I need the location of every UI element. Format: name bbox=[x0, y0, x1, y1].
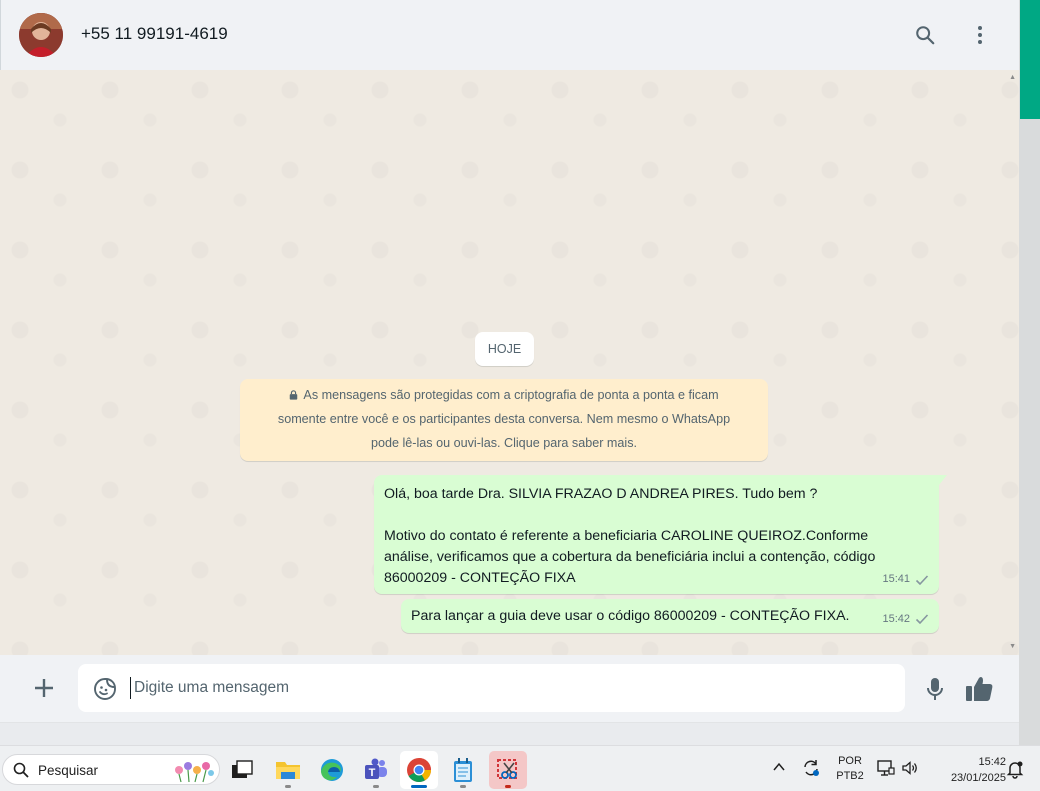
input-language[interactable]: POR PTB2 bbox=[834, 754, 866, 784]
thumbs-up-button[interactable] bbox=[964, 675, 994, 703]
app-indicator bbox=[411, 785, 427, 788]
single-check-icon bbox=[915, 614, 929, 624]
snipping-tool-button[interactable] bbox=[489, 751, 527, 789]
encryption-notice-line2: somente entre você e os participantes de… bbox=[277, 412, 731, 426]
app-indicator bbox=[373, 785, 379, 788]
message-list[interactable]: ▲ HOJE As mensagens são protegidas com a… bbox=[0, 70, 1019, 655]
plus-icon bbox=[35, 679, 53, 697]
bubble-tail bbox=[939, 475, 947, 485]
message-line: análise, verificamos que a cobertura da … bbox=[384, 549, 876, 565]
contact-name[interactable]: +55 11 99191-4619 bbox=[81, 24, 228, 44]
message-line: 86000209 - CONTEÇÃO FIXA bbox=[384, 570, 576, 586]
folder-icon bbox=[276, 762, 300, 779]
thumbs-up-icon bbox=[966, 677, 993, 701]
single-check-icon bbox=[915, 574, 929, 585]
language-code: POR bbox=[838, 755, 862, 767]
chat-window: +55 11 99191-4619 ▲ HOJE As mensagens sã… bbox=[0, 0, 1019, 722]
scroll-down-icon[interactable]: ▼ bbox=[1009, 643, 1016, 650]
teams-button[interactable]: T bbox=[357, 751, 395, 789]
file-explorer-button[interactable] bbox=[269, 751, 307, 789]
teams-icon: T bbox=[365, 758, 387, 779]
outgoing-message[interactable]: Para lançar a guia deve usar o código 86… bbox=[401, 599, 939, 633]
sync-icon[interactable] bbox=[801, 758, 821, 778]
flowers-icon bbox=[175, 762, 214, 783]
taskbar-search[interactable]: Pesquisar bbox=[2, 754, 220, 785]
notepad-icon bbox=[454, 758, 472, 782]
windows-taskbar: Pesquisar T POR PTB2 15:42 23/01/2025 bbox=[0, 745, 1040, 791]
contact-avatar[interactable] bbox=[19, 13, 63, 57]
svg-text:T: T bbox=[369, 767, 376, 779]
message-line: Motivo do contato é referente a benefici… bbox=[384, 528, 869, 544]
attach-plus-button[interactable] bbox=[30, 674, 58, 702]
message-time: 15:42 bbox=[882, 613, 910, 625]
sticker-icon[interactable] bbox=[93, 677, 117, 701]
lock-icon bbox=[290, 390, 298, 400]
message-meta: 15:41 bbox=[882, 569, 929, 590]
task-view-icon bbox=[232, 760, 253, 778]
message-meta: 15:42 bbox=[882, 609, 929, 629]
message-line: Para lançar a guia deve usar o código 86… bbox=[411, 608, 850, 624]
chrome-button[interactable] bbox=[400, 751, 438, 789]
message-input[interactable] bbox=[134, 676, 874, 700]
clock-time: 15:42 bbox=[978, 756, 1006, 768]
notification-bell-icon[interactable] bbox=[1005, 759, 1025, 779]
app-indicator bbox=[460, 785, 466, 788]
network-icon[interactable] bbox=[877, 759, 895, 777]
text-caret bbox=[130, 677, 131, 699]
microphone-icon bbox=[927, 678, 943, 700]
encryption-notice-line3: pode lê-las ou ouvi-las. Clique para sab… bbox=[370, 436, 637, 450]
notepad-button[interactable] bbox=[444, 751, 482, 789]
encryption-notice-line1: As mensagens são protegidas com a cripto… bbox=[254, 383, 754, 407]
edge-icon bbox=[321, 759, 343, 781]
edge-button[interactable] bbox=[313, 751, 351, 789]
keyboard-layout: PTB2 bbox=[836, 770, 864, 782]
encryption-notice-text1: As mensagens são protegidas com a cripto… bbox=[303, 388, 719, 402]
app-indicator bbox=[285, 785, 291, 788]
outgoing-message[interactable]: Olá, boa tarde Dra. SILVIA FRAZAO D ANDR… bbox=[374, 475, 947, 594]
encryption-notice[interactable]: As mensagens são protegidas com a cripto… bbox=[240, 379, 768, 461]
chat-header: +55 11 99191-4619 bbox=[0, 0, 1019, 70]
scroll-up-icon[interactable]: ▲ bbox=[1009, 74, 1016, 81]
system-clock[interactable]: 15:42 23/01/2025 bbox=[928, 754, 1006, 786]
message-composer bbox=[0, 655, 1019, 722]
date-separator: HOJE bbox=[475, 332, 534, 366]
volume-icon[interactable] bbox=[901, 759, 919, 777]
voice-message-button[interactable] bbox=[923, 676, 947, 702]
window-bottom-edge bbox=[0, 722, 1019, 745]
task-view-button[interactable] bbox=[223, 751, 261, 789]
message-input-box[interactable] bbox=[78, 664, 905, 712]
message-line: Olá, boa tarde Dra. SILVIA FRAZAO D ANDR… bbox=[384, 486, 818, 502]
chrome-icon bbox=[407, 758, 431, 783]
snipping-tool-icon bbox=[497, 759, 517, 779]
scrollbar-thumb[interactable] bbox=[1020, 0, 1040, 119]
search-icon[interactable] bbox=[912, 22, 938, 48]
menu-icon[interactable] bbox=[967, 22, 993, 48]
search-icon bbox=[13, 762, 29, 778]
message-time: 15:41 bbox=[882, 573, 910, 585]
chevron-up-icon[interactable] bbox=[772, 760, 786, 774]
clock-date: 23/01/2025 bbox=[950, 772, 1006, 784]
search-label: Pesquisar bbox=[38, 763, 99, 778]
app-indicator bbox=[505, 785, 511, 788]
